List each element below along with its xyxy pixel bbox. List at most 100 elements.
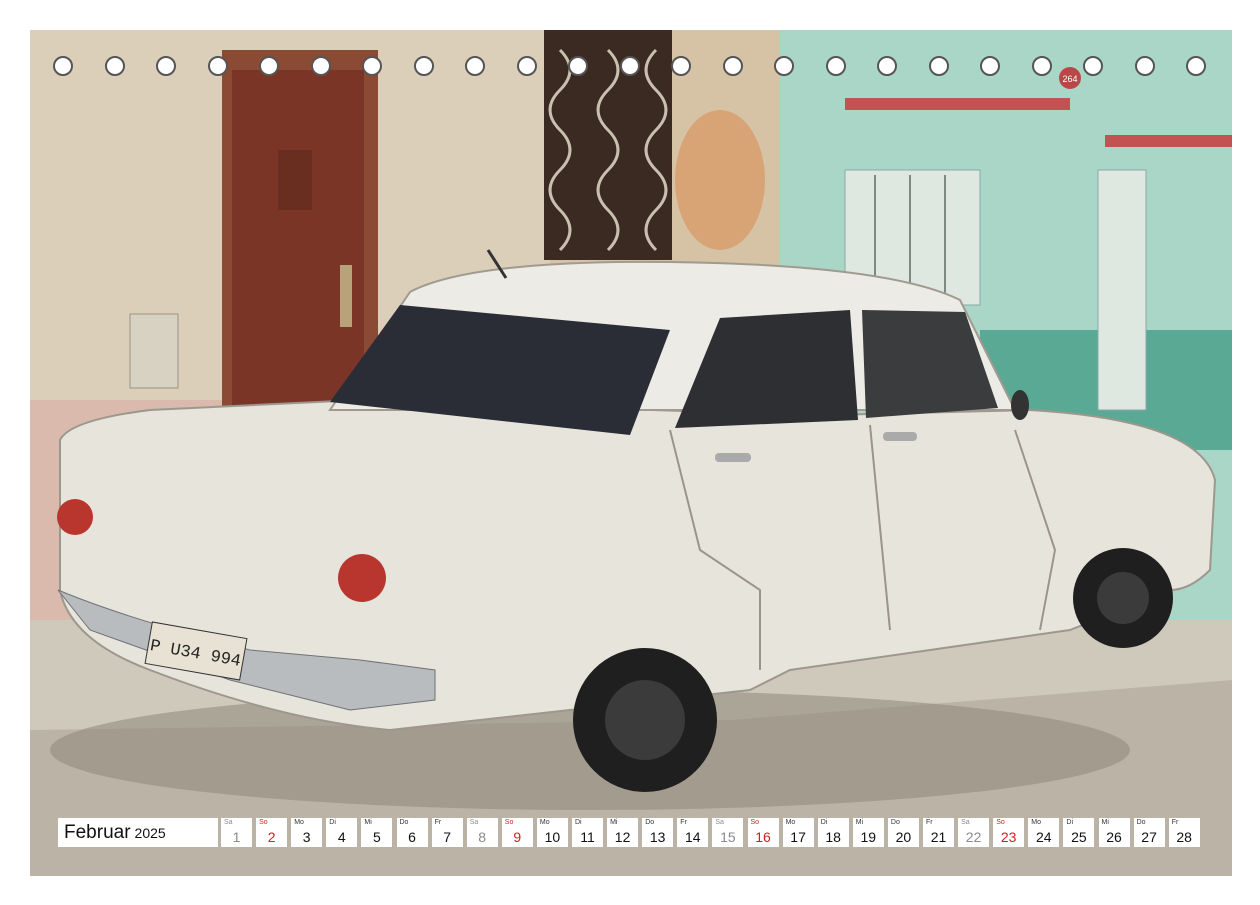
month-name: Februar [64, 822, 131, 843]
door-handle [340, 265, 352, 327]
weekday-abbrev: So [750, 819, 760, 826]
day-cell: Mo 3 [291, 818, 323, 847]
day-cell: Di 25 [1063, 818, 1095, 847]
binding-hole [929, 56, 949, 76]
calendar-strip: Februar 2025 Sa 1 So 2 Mo 3 Di 4 Mi 5 Do 6 Fr 7 Sa 8 So 9 M… [58, 818, 1208, 847]
day-cell: So 9 [501, 818, 533, 847]
day-number: 23 [1000, 829, 1017, 845]
weekday-abbrev: Di [820, 819, 828, 826]
day-cell: Do 20 [887, 818, 919, 847]
spiral-binding-holes [0, 0, 1260, 120]
day-cell: Do 27 [1133, 818, 1165, 847]
day-cell: Sa 8 [466, 818, 498, 847]
day-cell: Mo 10 [536, 818, 568, 847]
door-handle-front [883, 432, 917, 441]
street-scene-illustration: 264 P U34 994 [30, 30, 1232, 876]
calendar-photo: 264 P U34 994 [30, 30, 1232, 876]
day-number: 10 [544, 829, 561, 845]
binding-hole [362, 56, 382, 76]
binding-hole [774, 56, 794, 76]
binding-hole [208, 56, 228, 76]
weekday-abbrev: Mo [539, 819, 550, 826]
binding-hole [259, 56, 279, 76]
weekday-abbrev: Fr [434, 819, 442, 826]
day-number: 14 [685, 829, 701, 845]
year-label: 2025 [134, 825, 166, 841]
day-cell: Di 18 [817, 818, 849, 847]
day-cell: Fr 21 [923, 818, 954, 847]
day-number: 20 [895, 829, 912, 845]
day-number: 16 [755, 829, 771, 845]
binding-hole [620, 56, 640, 76]
weekday-abbrev: Mi [1101, 819, 1109, 826]
day-number: 21 [930, 829, 947, 845]
day-number: 13 [649, 829, 666, 845]
weekday-abbrev: Mi [610, 819, 618, 826]
day-number: 19 [860, 829, 877, 845]
day-cell: Mi 5 [361, 818, 393, 847]
weekday-abbrev: Sa [469, 819, 479, 826]
weekday-abbrev: Mo [785, 819, 796, 826]
day-number: 3 [302, 829, 311, 845]
weekday-abbrev: So [504, 819, 514, 826]
day-cell: So 16 [747, 818, 779, 847]
day-cell: Mi 19 [852, 818, 884, 847]
binding-hole [568, 56, 588, 76]
weekday-abbrev: Mi [364, 819, 372, 826]
weekday-abbrev: Fr [926, 819, 933, 826]
weekday-abbrev: Di [575, 819, 582, 826]
day-cell: Mo 17 [782, 818, 814, 847]
weekday-abbrev: Sa [715, 819, 724, 826]
weekday-abbrev: Fr [1171, 819, 1179, 826]
binding-hole [1186, 56, 1206, 76]
binding-hole [465, 56, 485, 76]
weekday-abbrev: Do [645, 819, 655, 826]
weekday-abbrev: Do [399, 819, 409, 826]
right-tail-light [338, 554, 386, 602]
day-cell: Mi 12 [607, 818, 639, 847]
binding-hole [105, 56, 125, 76]
weekday-abbrev: Sa [961, 819, 970, 826]
day-number: 27 [1141, 829, 1157, 845]
day-cell: Fr 14 [677, 818, 709, 847]
binding-hole [156, 56, 176, 76]
month-label: Februar 2025 [58, 818, 218, 847]
day-cell: Mo 24 [1028, 818, 1060, 847]
side-mirror [1011, 390, 1029, 420]
day-cell: Di 4 [326, 818, 358, 847]
day-cell: Di 11 [572, 818, 603, 847]
weekday-abbrev: Do [890, 819, 900, 826]
day-cell: Fr 28 [1168, 818, 1200, 847]
day-cell: Sa 1 [221, 818, 252, 847]
binding-hole [1083, 56, 1103, 76]
day-number: 28 [1176, 829, 1192, 845]
weekday-abbrev: So [996, 819, 1005, 826]
binding-hole [517, 56, 537, 76]
binding-hole [826, 56, 846, 76]
door-handle-rear [715, 453, 751, 462]
binding-hole [1032, 56, 1052, 76]
wooden-door [232, 70, 364, 425]
day-number: 25 [1071, 829, 1087, 845]
weekday-abbrev: Di [1066, 819, 1074, 826]
day-number: 9 [513, 829, 522, 845]
left-tail-light [57, 499, 93, 535]
day-number: 12 [614, 829, 631, 845]
day-number: 24 [1036, 829, 1052, 845]
day-number: 6 [408, 829, 416, 845]
binding-hole [311, 56, 331, 76]
electric-box [129, 313, 179, 389]
day-cell: Do 6 [396, 818, 428, 847]
day-number: 18 [825, 829, 841, 845]
day-number: 17 [790, 829, 806, 845]
day-number: 15 [720, 829, 736, 845]
day-cell: Mi 26 [1098, 818, 1130, 847]
day-number: 22 [965, 829, 982, 845]
day-cell: Fr 7 [431, 818, 463, 847]
weekday-abbrev: Mi [855, 819, 864, 826]
day-number: 26 [1106, 829, 1122, 845]
weekday-abbrev: Mo [294, 819, 304, 826]
weekday-abbrev: Di [329, 819, 336, 826]
day-number: 7 [443, 829, 451, 845]
day-cell: So 2 [256, 818, 288, 847]
